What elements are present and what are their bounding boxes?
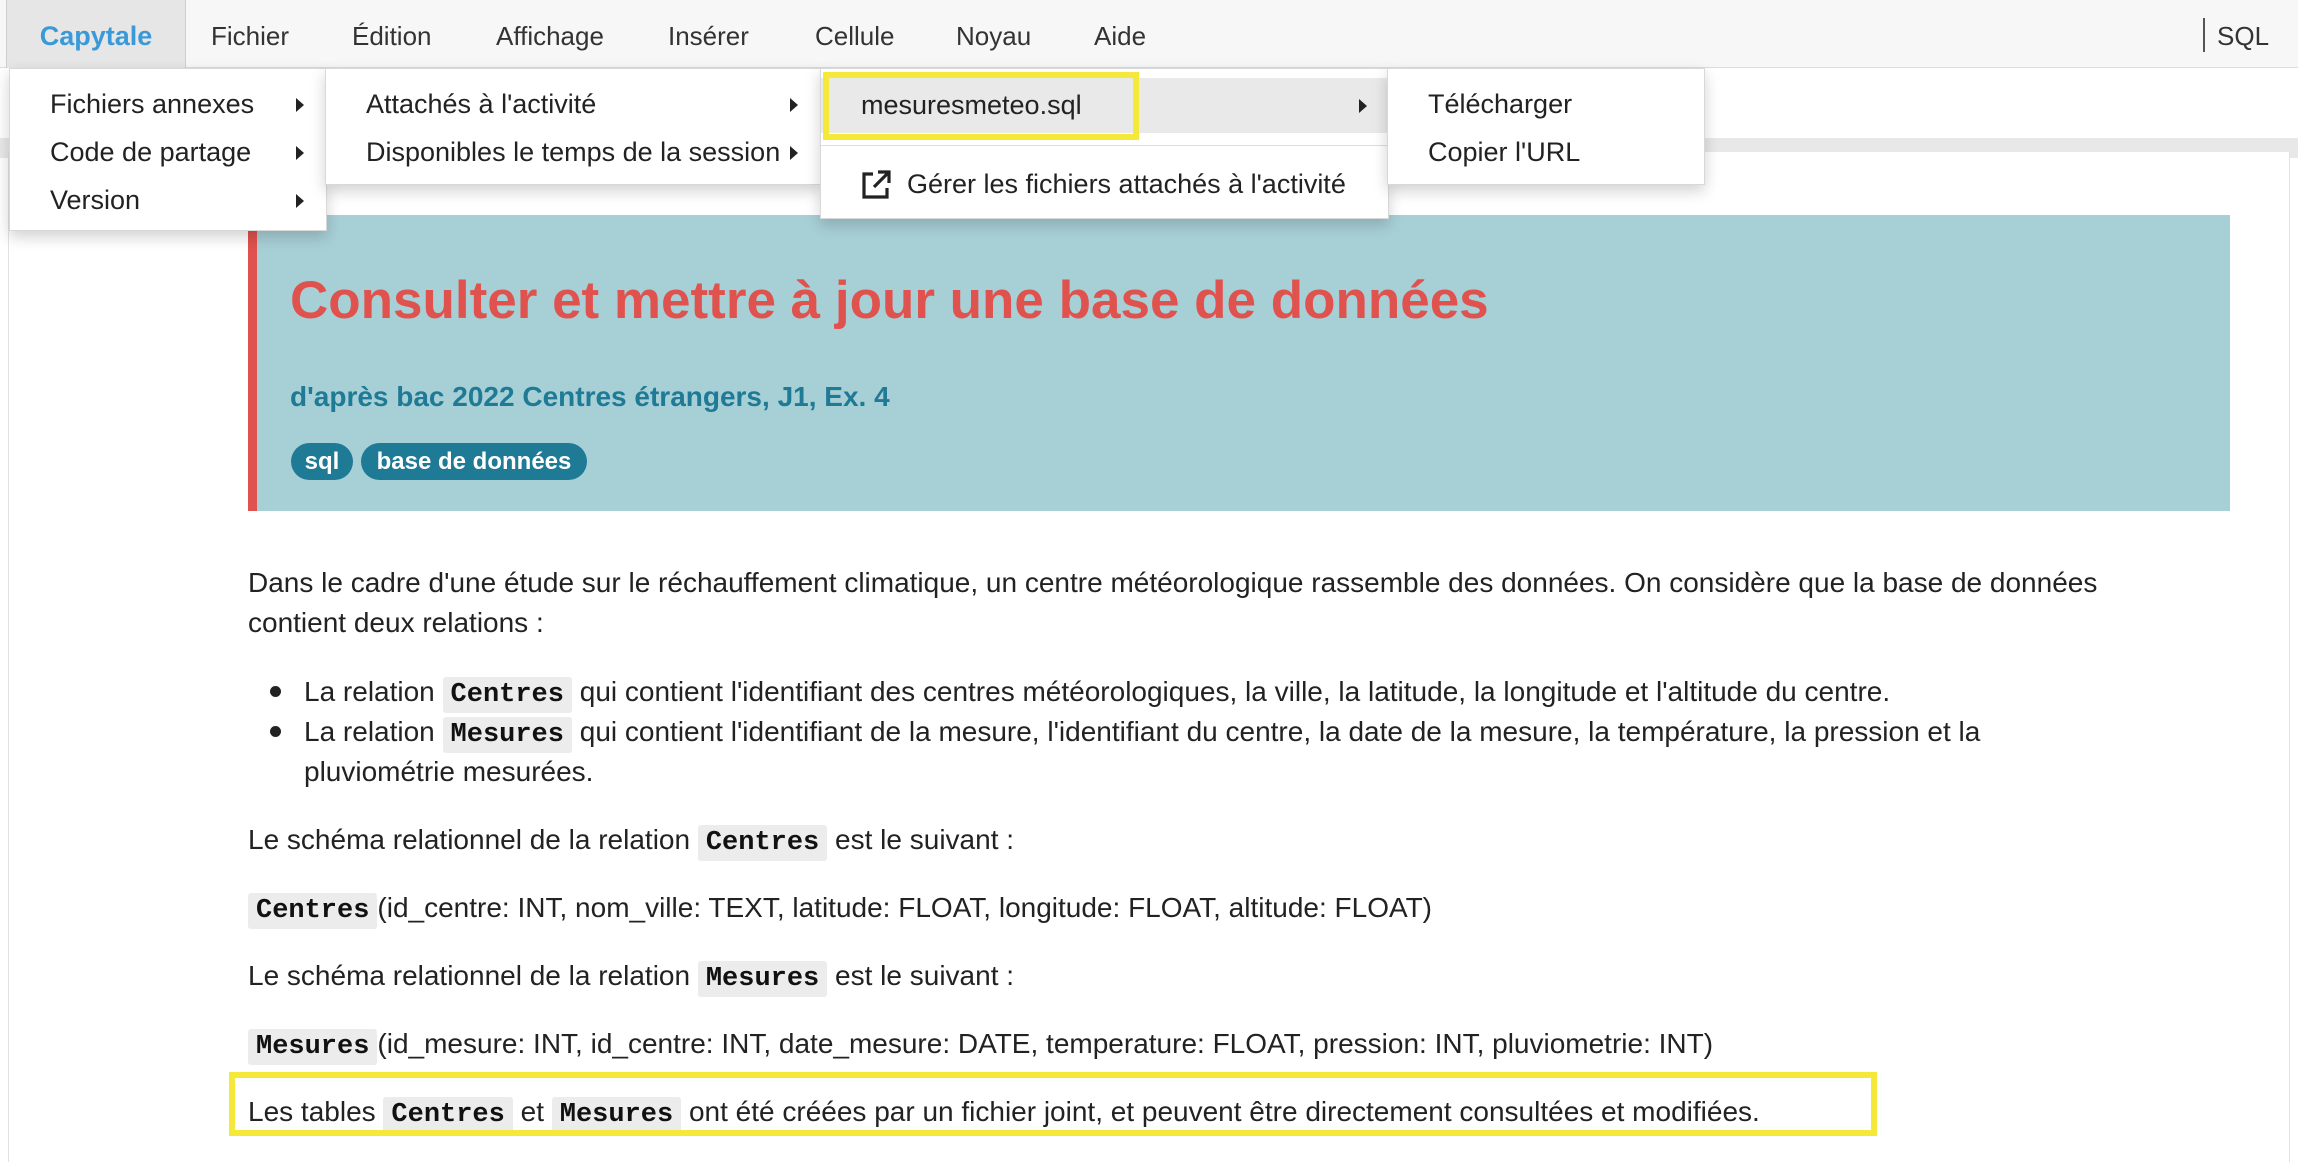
menu-inserer[interactable]: Insérer xyxy=(668,0,749,68)
caret-right-icon xyxy=(296,98,304,112)
final-post: ont été créées par un fichier joint, et … xyxy=(688,1096,1760,1127)
schema2-def: (id_mesure: INT, id_centre: INT, date_me… xyxy=(377,1028,1714,1059)
code-centres: Centres xyxy=(697,825,828,861)
capytale-dropdown: Fichiers annexes Code de partage Version xyxy=(9,68,327,231)
bullet-dot xyxy=(270,726,281,737)
menu-gerer-fichiers[interactable]: Gérer les fichiers attachés à l'activité xyxy=(821,160,1388,208)
menu-affichage[interactable]: Affichage xyxy=(496,0,604,68)
tag-sql: sql xyxy=(291,443,353,480)
schema-centres-definition: Centres (id_centre: INT, nom_ville: TEXT,… xyxy=(248,888,1432,929)
intro-line2: contient deux relations : xyxy=(248,607,544,638)
bullet2-pre: La relation xyxy=(304,716,435,747)
menu-code-de-partage-label: Code de partage xyxy=(50,137,252,167)
menu-divider xyxy=(821,145,1388,146)
caret-right-icon xyxy=(1359,99,1367,113)
menu-copier-url[interactable]: Copier l'URL xyxy=(1388,128,1704,176)
schema-mesures-definition: Mesures (id_mesure: INT, id_centre: INT, … xyxy=(248,1024,1713,1065)
bullet-dot xyxy=(270,686,281,697)
menu-edition[interactable]: Édition xyxy=(352,0,432,68)
schema2-pre: Le schéma relationnel de la relation xyxy=(248,960,691,991)
intro-line1: Dans le cadre d'une étude sur le réchauf… xyxy=(248,567,2098,598)
menubar: Capytale Fichier Édition Affichage Insér… xyxy=(0,0,2298,68)
menu-cellule[interactable]: Cellule xyxy=(815,0,895,68)
caret-right-icon xyxy=(790,146,798,160)
final-mid: et xyxy=(520,1096,544,1127)
menu-gerer-fichiers-label: Gérer les fichiers attachés à l'activité xyxy=(907,169,1346,199)
caret-right-icon xyxy=(790,98,798,112)
tag-base-de-donnees: base de données xyxy=(361,443,587,480)
file-name-label: mesuresmeteo.sql xyxy=(861,90,1082,120)
schema1-def: (id_centre: INT, nom_ville: TEXT, latitu… xyxy=(377,892,1433,923)
kernel-separator xyxy=(2203,18,2205,52)
final-pre: Les tables xyxy=(248,1096,376,1127)
menu-code-de-partage[interactable]: Code de partage xyxy=(10,128,326,176)
menu-copier-url-label: Copier l'URL xyxy=(1428,137,1581,167)
file-actions-submenu: Télécharger Copier l'URL xyxy=(1387,68,1705,185)
bullet1-post: qui contient l'identifiant des centres m… xyxy=(579,676,1891,707)
caret-right-icon xyxy=(296,194,304,208)
schema2-post: est le suivant : xyxy=(835,960,1015,991)
menu-telecharger-label: Télécharger xyxy=(1428,89,1573,119)
schema1-post: est le suivant : xyxy=(835,824,1015,855)
activity-title: Consulter et mettre à jour une base de d… xyxy=(290,271,1489,330)
fichiers-annexes-submenu: Attachés à l'activité Disponibles le tem… xyxy=(325,68,822,185)
kernel-indicator: SQL xyxy=(2217,21,2270,51)
code-mesures: Mesures xyxy=(442,717,572,753)
menu-version-label: Version xyxy=(50,185,141,215)
code-mesures: Mesures xyxy=(248,1029,378,1065)
menu-file-mesuresmeteo[interactable]: mesuresmeteo.sql xyxy=(821,78,1388,133)
menu-attaches-activite-label: Attachés à l'activité xyxy=(366,89,597,119)
activity-subtitle: d'après bac 2022 Centres étrangers, J1, … xyxy=(290,381,890,412)
menu-fichier[interactable]: Fichier xyxy=(211,0,289,68)
menu-aide[interactable]: Aide xyxy=(1094,0,1146,68)
code-mesures: Mesures xyxy=(551,1097,682,1133)
final-note: Les tables Centres et Mesures ont été cr… xyxy=(248,1092,1760,1133)
bullet1-pre: La relation xyxy=(304,676,435,707)
code-centres: Centres xyxy=(442,677,572,713)
menu-disponibles-session[interactable]: Disponibles le temps de la session xyxy=(326,128,821,176)
code-centres: Centres xyxy=(383,1097,513,1133)
menu-fichiers-annexes-label: Fichiers annexes xyxy=(50,89,255,119)
menu-version[interactable]: Version xyxy=(10,176,326,224)
attached-files-submenu: mesuresmeteo.sql Gérer les fichiers atta… xyxy=(820,68,1389,219)
menu-fichiers-annexes[interactable]: Fichiers annexes xyxy=(10,80,326,128)
menu-noyau[interactable]: Noyau xyxy=(956,0,1031,68)
menu-disponibles-session-label: Disponibles le temps de la session xyxy=(366,137,781,167)
bullet-centres: La relation Centres qui contient l'ident… xyxy=(304,672,1890,713)
schema-mesures-intro: Le schéma relationnel de la relation Mes… xyxy=(248,956,1014,997)
code-centres: Centres xyxy=(248,893,378,929)
menu-telecharger[interactable]: Télécharger xyxy=(1388,80,1704,128)
bullet-mesures: La relation Mesures qui contient l'ident… xyxy=(304,712,1980,753)
bullet2-continuation: pluviométrie mesurées. xyxy=(304,756,594,787)
bullet2-post: qui contient l'identifiant de la mesure,… xyxy=(579,716,1981,747)
schema1-pre: Le schéma relationnel de la relation xyxy=(248,824,691,855)
capytale-menu[interactable]: Capytale xyxy=(6,0,186,68)
menu-attaches-activite[interactable]: Attachés à l'activité xyxy=(326,80,821,128)
external-link-icon xyxy=(859,168,893,202)
caret-right-icon xyxy=(296,146,304,160)
schema-centres-intro: Le schéma relationnel de la relation Cen… xyxy=(248,820,1014,861)
code-mesures: Mesures xyxy=(697,961,828,997)
